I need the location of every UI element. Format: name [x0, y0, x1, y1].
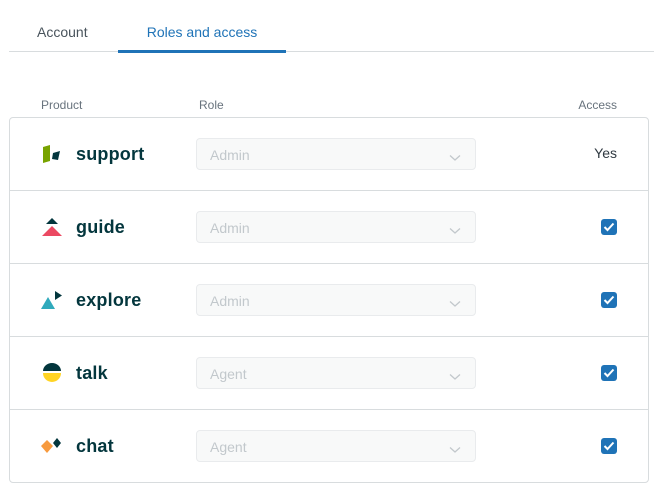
- guide-logo-icon: [40, 215, 66, 239]
- chevron-down-icon: [449, 441, 461, 459]
- product-name: talk: [76, 362, 108, 383]
- role-select-value: Admin: [210, 293, 250, 309]
- product-cell: talk: [40, 361, 108, 385]
- product-cell: guide: [40, 215, 125, 239]
- product-cell: explore: [40, 288, 141, 312]
- chevron-down-icon: [449, 295, 461, 313]
- access-checkbox[interactable]: [601, 365, 617, 381]
- column-header-access: Access: [578, 98, 617, 112]
- role-select[interactable]: Admin: [196, 284, 476, 316]
- table-row: guide Admin: [10, 191, 648, 264]
- role-select[interactable]: Agent: [196, 430, 476, 462]
- product-name: guide: [76, 216, 125, 237]
- column-header-role: Role: [199, 98, 224, 112]
- role-select[interactable]: Admin: [196, 138, 476, 170]
- role-select[interactable]: Admin: [196, 211, 476, 243]
- role-select-value: Agent: [210, 439, 247, 455]
- table-row: chat Agent: [10, 410, 648, 483]
- role-select-value: Admin: [210, 220, 250, 236]
- product-name: chat: [76, 435, 114, 456]
- chevron-down-icon: [449, 368, 461, 386]
- table-row: talk Agent: [10, 337, 648, 410]
- access-status: Yes: [594, 145, 617, 161]
- access-checkbox[interactable]: [601, 438, 617, 454]
- chat-logo-icon: [40, 434, 66, 458]
- access-checkbox[interactable]: [601, 292, 617, 308]
- chevron-down-icon: [449, 222, 461, 240]
- tab-roles-and-access[interactable]: Roles and access: [118, 0, 286, 53]
- chevron-down-icon: [449, 149, 461, 167]
- talk-logo-icon: [40, 361, 66, 385]
- explore-logo-icon: [40, 288, 66, 312]
- product-cell: support: [40, 142, 144, 166]
- product-access-table: support Admin Yes guide Admin explore Ad…: [9, 117, 649, 483]
- table-row: explore Admin: [10, 264, 648, 337]
- tab-bar: Account Roles and access: [9, 0, 654, 53]
- access-checkbox[interactable]: [601, 219, 617, 235]
- role-select-value: Admin: [210, 147, 250, 163]
- table-row: support Admin Yes: [10, 118, 648, 191]
- product-cell: chat: [40, 434, 114, 458]
- role-select-value: Agent: [210, 366, 247, 382]
- role-select[interactable]: Agent: [196, 357, 476, 389]
- support-logo-icon: [40, 142, 66, 166]
- product-name: explore: [76, 289, 142, 310]
- tab-account[interactable]: Account: [19, 0, 109, 52]
- product-name: support: [76, 143, 145, 164]
- column-header-product: Product: [41, 98, 83, 112]
